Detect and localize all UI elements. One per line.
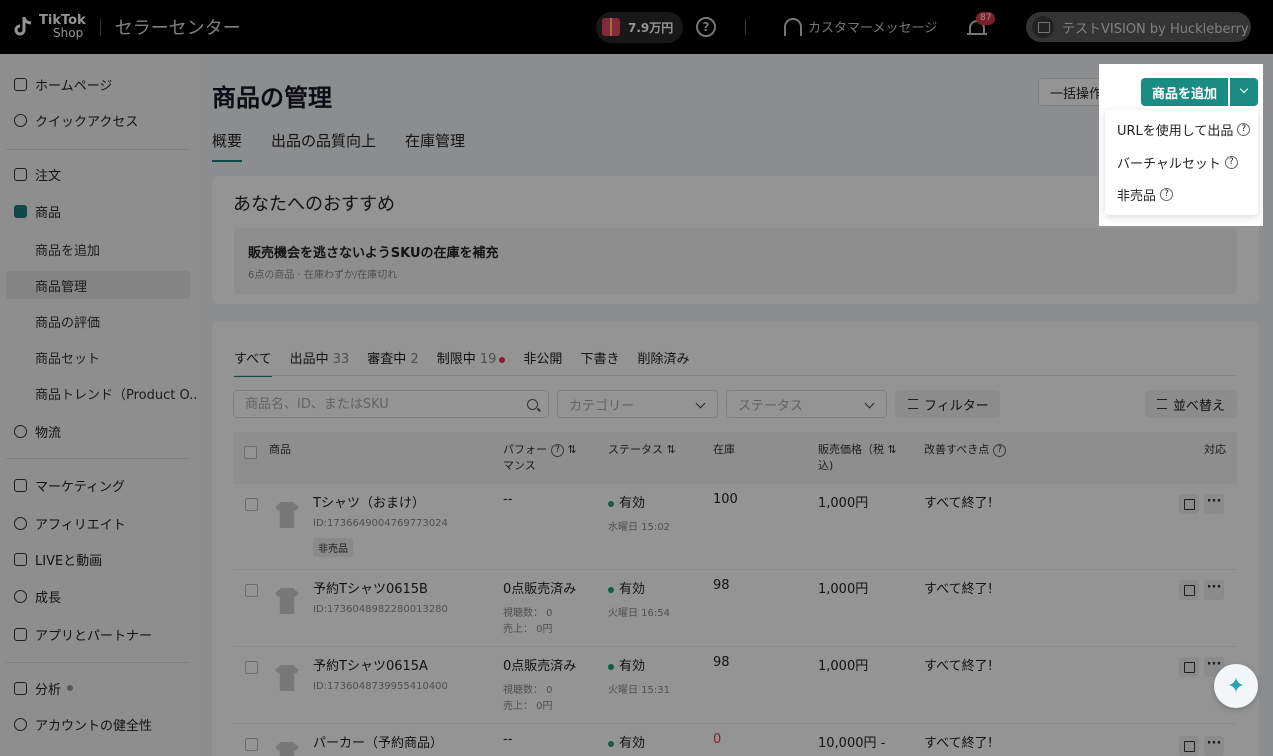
menu-item-virtual-set[interactable]: バーチャルセット ?	[1117, 153, 1238, 172]
menu-item-label: URLを使用して出品	[1117, 124, 1234, 139]
add-product-dropdown-panel: 商品を追加 URLを使用して出品 ? バーチャルセット ? 非売品 ?	[1099, 64, 1263, 226]
help-circle-icon[interactable]: ?	[1224, 156, 1238, 169]
add-product-dropdown-toggle[interactable]	[1230, 78, 1258, 106]
help-circle-icon[interactable]: ?	[1237, 123, 1251, 136]
add-product-menu: URLを使用して出品 ? バーチャルセット ? 非売品 ?	[1105, 110, 1258, 215]
add-product-button[interactable]: 商品を追加	[1141, 78, 1228, 106]
menu-item-list-by-url[interactable]: URLを使用して出品 ?	[1117, 120, 1251, 139]
menu-item-non-sale[interactable]: 非売品 ?	[1117, 185, 1174, 204]
menu-item-label: 非売品	[1117, 189, 1157, 204]
help-circle-icon[interactable]: ?	[1160, 188, 1174, 201]
menu-item-label: バーチャルセット	[1117, 157, 1221, 172]
ai-assistant-sparkle-icon[interactable]: ✦	[1214, 664, 1258, 708]
chevron-down-icon	[1239, 84, 1249, 94]
dimmed-overlay[interactable]	[0, 0, 1273, 756]
